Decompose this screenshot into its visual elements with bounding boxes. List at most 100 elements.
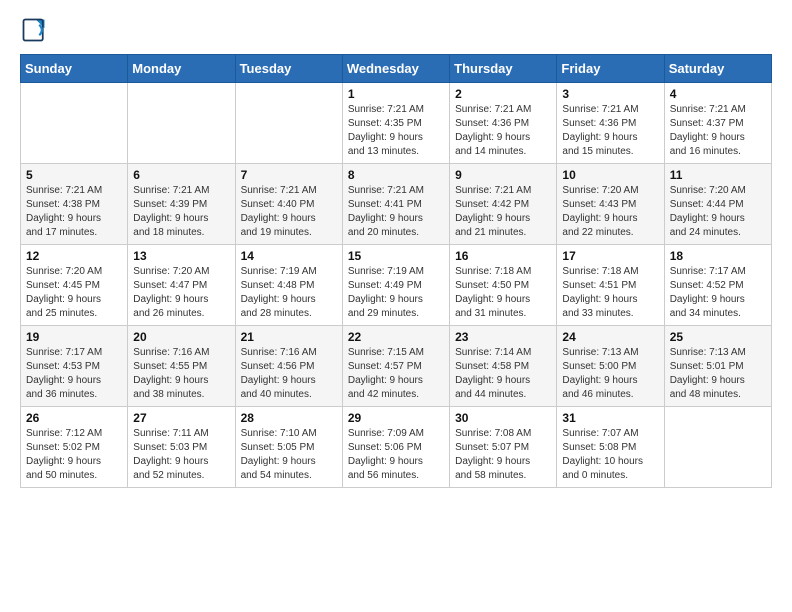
day-info: Sunrise: 7:13 AM Sunset: 5:01 PM Dayligh… <box>670 346 766 402</box>
day-info: Sunrise: 7:21 AM Sunset: 4:40 PM Dayligh… <box>241 184 337 240</box>
calendar-cell: 14 Sunrise: 7:19 AM Sunset: 4:48 PM Dayli… <box>235 245 342 326</box>
day-number: 18 <box>670 249 766 263</box>
calendar-cell: 18 Sunrise: 7:17 AM Sunset: 4:52 PM Dayli… <box>664 245 771 326</box>
calendar-cell <box>664 407 771 488</box>
day-number: 12 <box>26 249 122 263</box>
day-info: Sunrise: 7:21 AM Sunset: 4:35 PM Dayligh… <box>348 103 444 159</box>
day-info: Sunrise: 7:21 AM Sunset: 4:36 PM Dayligh… <box>455 103 551 159</box>
calendar-cell: 10 Sunrise: 7:20 AM Sunset: 4:43 PM Dayli… <box>557 164 664 245</box>
weekday-header-thursday: Thursday <box>450 55 557 83</box>
calendar-cell: 29 Sunrise: 7:09 AM Sunset: 5:06 PM Dayli… <box>342 407 449 488</box>
day-info: Sunrise: 7:15 AM Sunset: 4:57 PM Dayligh… <box>348 346 444 402</box>
day-info: Sunrise: 7:21 AM Sunset: 4:37 PM Dayligh… <box>670 103 766 159</box>
day-info: Sunrise: 7:10 AM Sunset: 5:05 PM Dayligh… <box>241 427 337 483</box>
day-number: 10 <box>562 168 658 182</box>
day-info: Sunrise: 7:09 AM Sunset: 5:06 PM Dayligh… <box>348 427 444 483</box>
calendar-cell: 20Sunrise: 7:16 AM Sunset: 4:55 PM Dayli… <box>128 326 235 407</box>
day-info: Sunrise: 7:18 AM Sunset: 4:51 PM Dayligh… <box>562 265 658 321</box>
calendar-cell: 21Sunrise: 7:16 AM Sunset: 4:56 PM Dayli… <box>235 326 342 407</box>
week-row-2: 12 Sunrise: 7:20 AM Sunset: 4:45 PM Dayli… <box>21 245 772 326</box>
day-number: 28 <box>241 411 337 425</box>
day-number: 4 <box>670 87 766 101</box>
day-info: Sunrise: 7:17 AM Sunset: 4:53 PM Dayligh… <box>26 346 122 402</box>
day-info: Sunrise: 7:12 AM Sunset: 5:02 PM Dayligh… <box>26 427 122 483</box>
calendar-cell: 31Sunrise: 7:07 AM Sunset: 5:08 PM Dayli… <box>557 407 664 488</box>
day-number: 24 <box>562 330 658 344</box>
day-number: 1 <box>348 87 444 101</box>
weekday-header-row: SundayMondayTuesdayWednesdayThursdayFrid… <box>21 55 772 83</box>
calendar-cell: 24 Sunrise: 7:13 AM Sunset: 5:00 PM Dayli… <box>557 326 664 407</box>
day-info: Sunrise: 7:21 AM Sunset: 4:38 PM Dayligh… <box>26 184 122 240</box>
weekday-header-wednesday: Wednesday <box>342 55 449 83</box>
calendar-cell: 4 Sunrise: 7:21 AM Sunset: 4:37 PM Daylig… <box>664 83 771 164</box>
day-info: Sunrise: 7:08 AM Sunset: 5:07 PM Dayligh… <box>455 427 551 483</box>
day-number: 11 <box>670 168 766 182</box>
day-number: 30 <box>455 411 551 425</box>
day-number: 14 <box>241 249 337 263</box>
day-number: 5 <box>26 168 122 182</box>
day-number: 25 <box>670 330 766 344</box>
day-number: 13 <box>133 249 229 263</box>
day-info: Sunrise: 7:16 AM Sunset: 4:55 PM Dayligh… <box>133 346 229 402</box>
calendar-cell: 7 Sunrise: 7:21 AM Sunset: 4:40 PM Daylig… <box>235 164 342 245</box>
week-row-4: 26Sunrise: 7:12 AM Sunset: 5:02 PM Dayli… <box>21 407 772 488</box>
day-number: 22 <box>348 330 444 344</box>
calendar-cell: 11Sunrise: 7:20 AM Sunset: 4:44 PM Dayli… <box>664 164 771 245</box>
day-number: 2 <box>455 87 551 101</box>
day-number: 19 <box>26 330 122 344</box>
calendar-cell: 2 Sunrise: 7:21 AM Sunset: 4:36 PM Daylig… <box>450 83 557 164</box>
calendar-cell: 13 Sunrise: 7:20 AM Sunset: 4:47 PM Dayli… <box>128 245 235 326</box>
calendar-cell: 12 Sunrise: 7:20 AM Sunset: 4:45 PM Dayli… <box>21 245 128 326</box>
day-info: Sunrise: 7:19 AM Sunset: 4:49 PM Dayligh… <box>348 265 444 321</box>
day-info: Sunrise: 7:20 AM Sunset: 4:45 PM Dayligh… <box>26 265 122 321</box>
calendar-cell: 16Sunrise: 7:18 AM Sunset: 4:50 PM Dayli… <box>450 245 557 326</box>
day-number: 8 <box>348 168 444 182</box>
calendar-cell: 9Sunrise: 7:21 AM Sunset: 4:42 PM Daylig… <box>450 164 557 245</box>
calendar-table: SundayMondayTuesdayWednesdayThursdayFrid… <box>20 54 772 488</box>
day-number: 7 <box>241 168 337 182</box>
day-number: 23 <box>455 330 551 344</box>
day-number: 21 <box>241 330 337 344</box>
calendar-cell <box>21 83 128 164</box>
day-number: 15 <box>348 249 444 263</box>
calendar-cell: 26Sunrise: 7:12 AM Sunset: 5:02 PM Dayli… <box>21 407 128 488</box>
day-info: Sunrise: 7:18 AM Sunset: 4:50 PM Dayligh… <box>455 265 551 321</box>
day-info: Sunrise: 7:07 AM Sunset: 5:08 PM Dayligh… <box>562 427 658 483</box>
weekday-header-friday: Friday <box>557 55 664 83</box>
day-info: Sunrise: 7:21 AM Sunset: 4:39 PM Dayligh… <box>133 184 229 240</box>
header <box>20 16 772 44</box>
day-info: Sunrise: 7:20 AM Sunset: 4:43 PM Dayligh… <box>562 184 658 240</box>
weekday-header-monday: Monday <box>128 55 235 83</box>
calendar-cell: 30 Sunrise: 7:08 AM Sunset: 5:07 PM Dayli… <box>450 407 557 488</box>
calendar-cell: 15 Sunrise: 7:19 AM Sunset: 4:49 PM Dayli… <box>342 245 449 326</box>
day-info: Sunrise: 7:20 AM Sunset: 4:47 PM Dayligh… <box>133 265 229 321</box>
calendar-cell <box>128 83 235 164</box>
week-row-3: 19 Sunrise: 7:17 AM Sunset: 4:53 PM Dayli… <box>21 326 772 407</box>
weekday-header-tuesday: Tuesday <box>235 55 342 83</box>
calendar-cell: 22 Sunrise: 7:15 AM Sunset: 4:57 PM Dayli… <box>342 326 449 407</box>
calendar-cell: 28 Sunrise: 7:10 AM Sunset: 5:05 PM Dayli… <box>235 407 342 488</box>
day-info: Sunrise: 7:14 AM Sunset: 4:58 PM Dayligh… <box>455 346 551 402</box>
day-info: Sunrise: 7:17 AM Sunset: 4:52 PM Dayligh… <box>670 265 766 321</box>
day-info: Sunrise: 7:13 AM Sunset: 5:00 PM Dayligh… <box>562 346 658 402</box>
week-row-1: 5 Sunrise: 7:21 AM Sunset: 4:38 PM Daylig… <box>21 164 772 245</box>
day-number: 3 <box>562 87 658 101</box>
day-info: Sunrise: 7:11 AM Sunset: 5:03 PM Dayligh… <box>133 427 229 483</box>
page: SundayMondayTuesdayWednesdayThursdayFrid… <box>0 0 792 504</box>
day-number: 27 <box>133 411 229 425</box>
day-number: 6 <box>133 168 229 182</box>
calendar-cell: 27 Sunrise: 7:11 AM Sunset: 5:03 PM Dayli… <box>128 407 235 488</box>
day-number: 9 <box>455 168 551 182</box>
day-info: Sunrise: 7:21 AM Sunset: 4:41 PM Dayligh… <box>348 184 444 240</box>
calendar-cell: 19 Sunrise: 7:17 AM Sunset: 4:53 PM Dayli… <box>21 326 128 407</box>
calendar-cell: 8 Sunrise: 7:21 AM Sunset: 4:41 PM Daylig… <box>342 164 449 245</box>
day-number: 29 <box>348 411 444 425</box>
calendar-cell: 1 Sunrise: 7:21 AM Sunset: 4:35 PM Daylig… <box>342 83 449 164</box>
weekday-header-sunday: Sunday <box>21 55 128 83</box>
day-number: 17 <box>562 249 658 263</box>
calendar-cell: 6 Sunrise: 7:21 AM Sunset: 4:39 PM Daylig… <box>128 164 235 245</box>
day-info: Sunrise: 7:19 AM Sunset: 4:48 PM Dayligh… <box>241 265 337 321</box>
week-row-0: 1 Sunrise: 7:21 AM Sunset: 4:35 PM Daylig… <box>21 83 772 164</box>
calendar-cell: 25 Sunrise: 7:13 AM Sunset: 5:01 PM Dayli… <box>664 326 771 407</box>
calendar-cell <box>235 83 342 164</box>
